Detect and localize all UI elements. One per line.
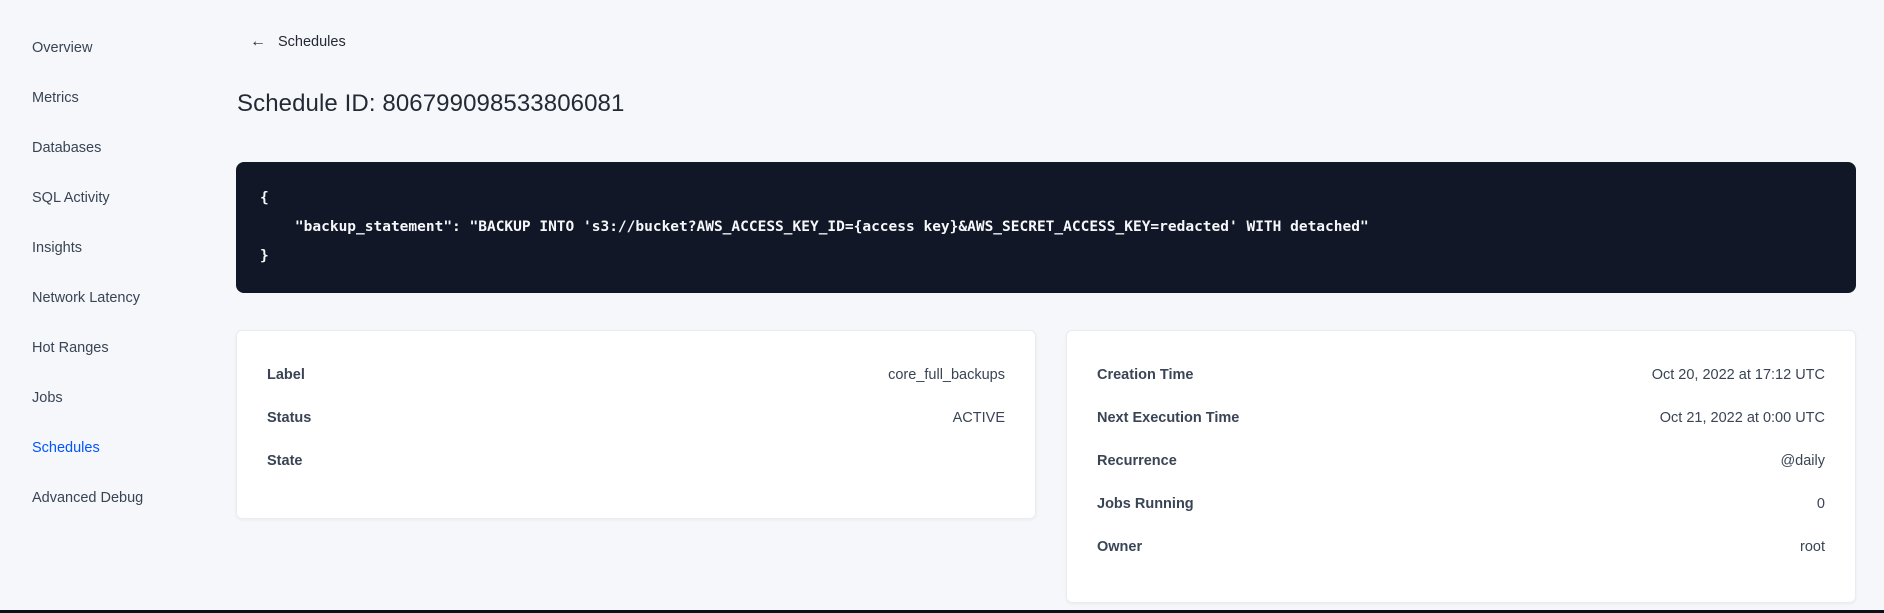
row-value: ACTIVE (952, 409, 1005, 426)
row-value: root (1800, 538, 1825, 555)
back-arrow-icon: ← (250, 33, 266, 50)
sidebar-item-schedules[interactable]: Schedules (0, 423, 196, 473)
row-label: Recurrence (1097, 452, 1177, 469)
code-line: "backup_statement": "BACKUP INTO 's3://b… (260, 219, 1369, 235)
sidebar-item-network-latency[interactable]: Network Latency (0, 273, 196, 323)
schedule-detail-card-left: Label core_full_backups Status ACTIVE St… (236, 330, 1036, 519)
detail-row-state: State (267, 439, 1005, 482)
row-value: Oct 20, 2022 at 17:12 UTC (1651, 366, 1825, 383)
sidebar-item-metrics[interactable]: Metrics (0, 73, 196, 123)
row-label: Status (267, 409, 312, 426)
sidebar-item-sql-activity[interactable]: SQL Activity (0, 173, 196, 223)
detail-row-jobs-running: Jobs Running 0 (1097, 482, 1825, 525)
detail-row-next-execution-time: Next Execution Time Oct 21, 2022 at 0:00… (1097, 396, 1825, 439)
page-title: Schedule ID: 806799098533806081 (237, 90, 625, 117)
schedule-detail-card-right: Creation Time Oct 20, 2022 at 17:12 UTC … (1066, 330, 1856, 603)
row-value: 0 (1816, 495, 1825, 512)
detail-row-creation-time: Creation Time Oct 20, 2022 at 17:12 UTC (1097, 353, 1825, 396)
sidebar-item-hot-ranges[interactable]: Hot Ranges (0, 323, 196, 373)
detail-row-recurrence: Recurrence @daily (1097, 439, 1825, 482)
row-label: State (267, 452, 303, 469)
row-value: Oct 21, 2022 at 0:00 UTC (1659, 409, 1825, 426)
row-value: core_full_backups (888, 366, 1005, 383)
detail-row-label: Label core_full_backups (267, 353, 1005, 396)
code-line: { (260, 190, 269, 206)
back-to-schedules-link[interactable]: ← Schedules (250, 33, 346, 51)
code-line: } (260, 248, 269, 264)
row-label: Jobs Running (1097, 495, 1194, 512)
detail-row-status: Status ACTIVE (267, 396, 1005, 439)
sidebar-item-databases[interactable]: Databases (0, 123, 196, 173)
sidebar: Overview Metrics Databases SQL Activity … (0, 0, 196, 613)
sidebar-item-insights[interactable]: Insights (0, 223, 196, 273)
sidebar-item-advanced-debug[interactable]: Advanced Debug (0, 473, 196, 523)
row-value: @daily (1780, 452, 1825, 469)
back-link-label: Schedules (278, 34, 346, 50)
row-label: Owner (1097, 538, 1143, 555)
backup-statement-code-block: { "backup_statement": "BACKUP INTO 's3:/… (236, 162, 1856, 293)
row-label: Label (267, 366, 305, 383)
sidebar-item-overview[interactable]: Overview (0, 23, 196, 73)
row-label: Creation Time (1097, 366, 1194, 383)
row-label: Next Execution Time (1097, 409, 1240, 426)
detail-row-owner: Owner root (1097, 525, 1825, 568)
sidebar-item-jobs[interactable]: Jobs (0, 373, 196, 423)
